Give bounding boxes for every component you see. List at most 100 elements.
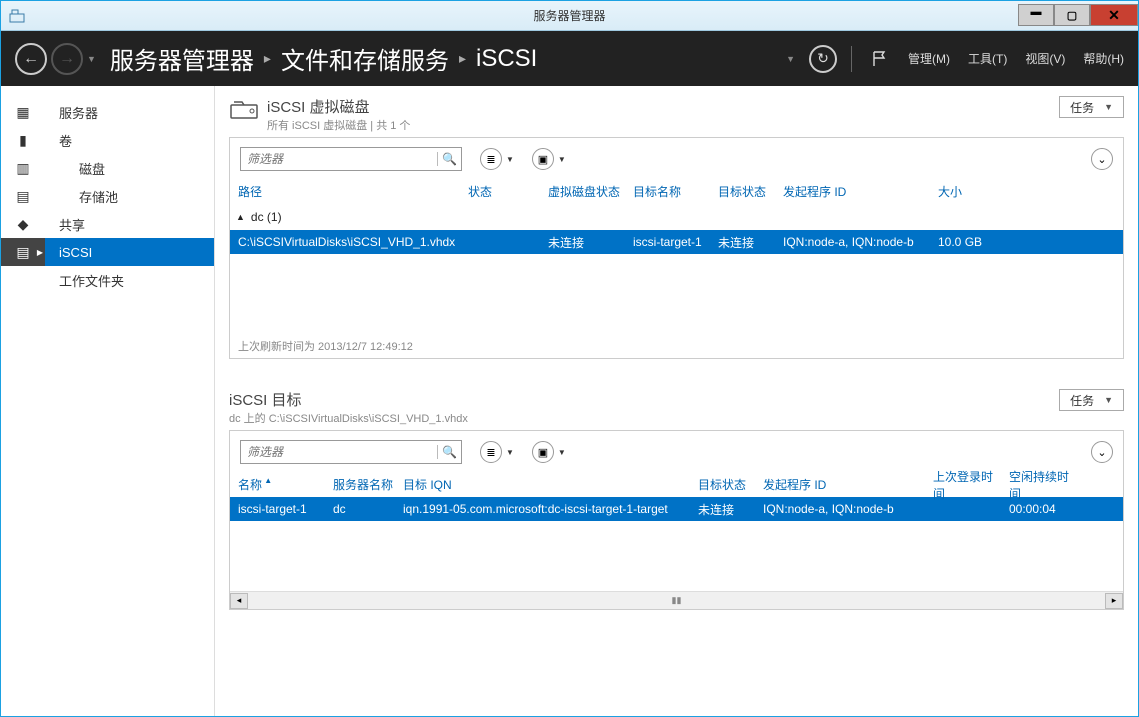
filter-input[interactable] [241,445,437,459]
iconbar-roles2[interactable]: ◆ [1,210,45,238]
col-server-name[interactable]: 服务器名称 [329,476,399,493]
col-path[interactable]: 路径 [234,183,464,200]
sidebar-item-volumes[interactable]: 卷 [45,126,214,154]
section-subtitle: 所有 iSCSI 虚拟磁盘 | 共 1 个 [267,117,1059,133]
spacer [230,254,1123,334]
table-header: 名称 ▲ 服务器名称 目标 IQN 目标状态 发起程序 ID 上次登录时间 空闲… [230,473,1123,497]
scroll-left-button[interactable]: ◂ [230,593,248,609]
filter-box[interactable]: 🔍 [240,147,462,171]
breadcrumb: 服务器管理器 ▸ 文件和存储服务 ▸ iSCSI [110,41,537,76]
filter-box[interactable]: 🔍 [240,440,462,464]
targets-table: 名称 ▲ 服务器名称 目标 IQN 目标状态 发起程序 ID 上次登录时间 空闲… [230,473,1123,609]
list-options-button[interactable]: ≣▼ [480,441,514,463]
flag-icon[interactable] [866,45,894,73]
col-idle[interactable]: 空闲持续时间 [1005,468,1081,502]
iconbar-all[interactable]: ▥ [1,154,45,182]
tasks-button[interactable]: 任务▼ [1059,389,1124,411]
col-size[interactable]: 大小 [934,183,1004,200]
expand-button[interactable]: ⌄ [1091,148,1113,170]
spacer [230,521,1123,591]
main: iSCSI 虚拟磁盘 所有 iSCSI 虚拟磁盘 | 共 1 个 任务▼ 🔍 ≣… [215,86,1138,716]
menu-help[interactable]: 帮助(H) [1083,50,1124,67]
horizontal-scrollbar[interactable]: ◂ ▮▮ ▸ [230,591,1123,609]
expand-button[interactable]: ⌄ [1091,441,1113,463]
forward-button: → [51,43,83,75]
cell-target-name: iscsi-target-1 [629,235,714,249]
close-button[interactable]: ✕ [1090,4,1138,26]
col-target-name[interactable]: 目标名称 [629,183,714,200]
table-header: 路径 状态 虚拟磁盘状态 目标名称 目标状态 发起程序 ID 大小 [230,180,1123,204]
caret-down-icon[interactable]: ▼ [786,54,795,64]
list-options-button[interactable]: ≣▼ [480,148,514,170]
iconbar-local[interactable]: ▮ [1,126,45,154]
cell-server: dc [329,502,399,516]
search-icon[interactable]: 🔍 [437,445,461,459]
iconbar: ▦ ▮ ▥ ▤ ◆ ▤ [1,86,45,716]
targets-pane: 🔍 ≣▼ ▣▼ ⌄ 名称 ▲ 服务器名称 目标 IQN 目标状态 发起程序 ID [229,430,1124,610]
crumb-root[interactable]: 服务器管理器 [110,41,254,76]
chevron-right-icon: ▸ [264,50,271,67]
header-bar: ← → ▼ 服务器管理器 ▸ 文件和存储服务 ▸ iSCSI ▼ ↻ 管理(M)… [1,31,1138,86]
save-options-button[interactable]: ▣▼ [532,148,566,170]
sidebar-item-shares[interactable]: 共享 [45,210,214,238]
scroll-right-button[interactable]: ▸ [1105,593,1123,609]
cell-idle: 00:00:04 [1005,502,1081,516]
col-initiator[interactable]: 发起程序 ID [759,476,929,493]
window-controls: ▬ ▢ ✕ [1018,5,1138,26]
caret-down-icon: ▼ [1104,102,1113,112]
crumb-service[interactable]: 文件和存储服务 [281,41,449,76]
table-row[interactable]: C:\iSCSIVirtualDisks\iSCSI_VHD_1.vhdx 未连… [230,230,1123,254]
col-status[interactable]: 状态 [464,183,544,200]
menu-view[interactable]: 视图(V) [1025,50,1065,67]
col-target-status[interactable]: 目标状态 [694,476,759,493]
col-target-iqn[interactable]: 目标 IQN [399,476,694,493]
virtual-disks-table: 路径 状态 虚拟磁盘状态 目标名称 目标状态 发起程序 ID 大小 ▲dc (1… [230,180,1123,358]
sidebar-item-workfolders[interactable]: 工作文件夹 [45,266,214,294]
section-virtual-disks: iSCSI 虚拟磁盘 所有 iSCSI 虚拟磁盘 | 共 1 个 任务▼ 🔍 ≣… [229,96,1124,359]
sidebar-item-iscsi[interactable]: iSCSI [45,238,214,266]
cell-status: 未连接 [694,501,759,518]
iconbar-storage-selected[interactable]: ▤ [1,238,45,266]
menu-manage[interactable]: 管理(M) [908,50,950,67]
body: ▦ ▮ ▥ ▤ ◆ ▤ 服务器 卷 磁盘 存储池 共享 iSCSI 工作文件夹 [1,86,1138,716]
col-vdisk-status[interactable]: 虚拟磁盘状态 [544,183,629,200]
filter-input[interactable] [241,152,437,166]
sidebar-item-pools[interactable]: 存储池 [45,182,214,210]
sidebar-item-servers[interactable]: 服务器 [45,98,214,126]
section-title: iSCSI 目标 [229,389,1059,410]
refresh-timestamp: 上次刷新时间为 2013/12/7 12:49:12 [230,334,1123,358]
app-icon [7,6,27,26]
back-button[interactable]: ← [15,43,47,75]
maximize-button[interactable]: ▢ [1054,4,1090,26]
col-name[interactable]: 名称 ▲ [234,476,329,493]
menu-tools[interactable]: 工具(T) [968,50,1007,67]
save-options-button[interactable]: ▣▼ [532,441,566,463]
collapse-icon: ▲ [236,212,245,222]
refresh-button[interactable]: ↻ [809,45,837,73]
minimize-button[interactable]: ▬ [1018,4,1054,26]
section-title: iSCSI 虚拟磁盘 [267,96,1059,117]
section-subtitle: dc 上的 C:\iSCSIVirtualDisks\iSCSI_VHD_1.v… [229,410,1059,426]
app-window: 服务器管理器 ▬ ▢ ✕ ← → ▼ 服务器管理器 ▸ 文件和存储服务 ▸ iS… [0,0,1139,717]
separator [851,46,852,72]
virtual-disk-icon [229,96,259,122]
virtual-disks-pane: 🔍 ≣▼ ▣▼ ⌄ 路径 状态 虚拟磁盘状态 目标名称 目标状态 [229,137,1124,359]
sort-asc-icon: ▲ [262,476,272,485]
cell-iqn: iqn.1991-05.com.microsoft:dc-iscsi-targe… [399,502,694,516]
group-row[interactable]: ▲dc (1) [230,204,1123,230]
sidebar-item-disks[interactable]: 磁盘 [45,154,214,182]
chevron-right-icon: ▸ [459,50,466,67]
search-icon[interactable]: 🔍 [437,152,461,166]
titlebar: 服务器管理器 ▬ ▢ ✕ [1,1,1138,31]
cell-target-status: 未连接 [714,234,779,251]
col-last-login[interactable]: 上次登录时间 [929,468,1005,502]
crumb-page[interactable]: iSCSI [476,45,537,73]
scroll-track[interactable]: ▮▮ [248,595,1105,606]
col-initiator[interactable]: 发起程序 ID [779,183,934,200]
col-target-status[interactable]: 目标状态 [714,183,779,200]
iconbar-roles1[interactable]: ▤ [1,182,45,210]
caret-down-icon: ▼ [1104,395,1113,405]
iconbar-dashboard[interactable]: ▦ [1,98,45,126]
tasks-button[interactable]: 任务▼ [1059,96,1124,118]
nav-history-dropdown[interactable]: ▼ [87,54,96,64]
